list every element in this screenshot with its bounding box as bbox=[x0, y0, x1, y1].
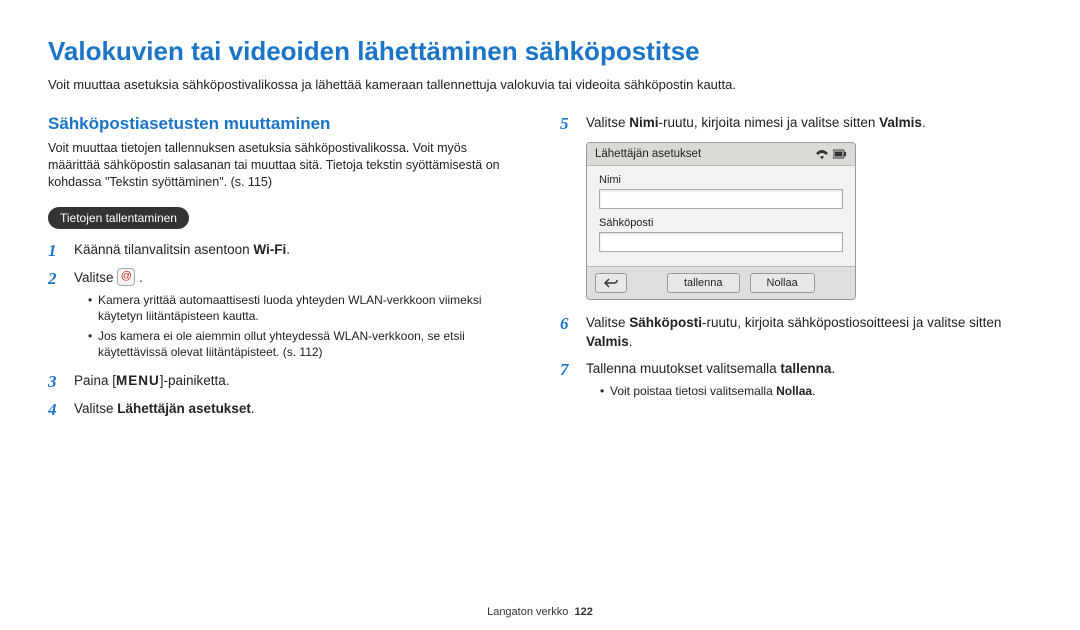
device-name-input[interactable] bbox=[599, 189, 843, 209]
step-text: -ruutu, kirjoita nimesi ja valitse sitte… bbox=[659, 115, 880, 130]
bullet-item: Kamera yrittää automaattisesti luoda yht… bbox=[88, 292, 520, 324]
step-text: . bbox=[629, 334, 633, 349]
right-column: 5 Valitse Nimi-ruutu, kirjoita nimesi ja… bbox=[560, 114, 1032, 428]
bullet-item: Voit poistaa tietosi valitsemalla Nollaa… bbox=[600, 383, 1032, 399]
bold-text: Nimi bbox=[629, 115, 658, 130]
intro-text: Voit muuttaa asetuksia sähköpostivalikos… bbox=[48, 77, 1032, 92]
step-4: 4 Valitse Lähettäjän asetukset. bbox=[48, 400, 520, 420]
step-text: Valitse bbox=[74, 270, 117, 285]
step-3: 3 Paina [MENU]-painiketta. bbox=[48, 372, 520, 392]
step-text: Valitse bbox=[586, 315, 629, 330]
bullet-item: Jos kamera ei ole aiemmin ollut yhteydes… bbox=[88, 328, 520, 360]
pill-label: Tietojen tallentaminen bbox=[48, 207, 189, 229]
step-6: 6 Valitse Sähköposti-ruutu, kirjoita säh… bbox=[560, 314, 1032, 352]
battery-icon bbox=[833, 149, 847, 159]
section-body: Voit muuttaa tietojen tallennuksen asetu… bbox=[48, 140, 520, 191]
step-5: 5 Valitse Nimi-ruutu, kirjoita nimesi ja… bbox=[560, 114, 1032, 134]
step-number: 3 bbox=[48, 372, 64, 392]
wifi-label: Wi-Fi bbox=[253, 242, 286, 257]
device-mock: Lähettäjän asetukset Nimi bbox=[586, 142, 856, 300]
section-heading: Sähköpostiasetusten muuttaminen bbox=[48, 114, 520, 134]
step-text: ]-painiketta. bbox=[160, 373, 230, 388]
device-field-label-name: Nimi bbox=[599, 174, 843, 186]
device-back-button[interactable] bbox=[595, 273, 627, 293]
step-text: Käännä tilanvalitsin asentoon bbox=[74, 242, 253, 257]
menu-label: MENU bbox=[116, 373, 160, 388]
device-title: Lähettäjän asetukset bbox=[595, 148, 701, 160]
step-7: 7 Tallenna muutokset valitsemalla tallen… bbox=[560, 360, 1032, 403]
device-save-button[interactable]: tallenna bbox=[667, 273, 740, 293]
step-number: 1 bbox=[48, 241, 64, 261]
device-reset-button[interactable]: Nollaa bbox=[750, 273, 815, 293]
step-text: Valitse bbox=[74, 401, 117, 416]
footer-page-number: 122 bbox=[575, 606, 593, 618]
step-2: 2 Valitse @ . Kamera yrittää automaattis… bbox=[48, 269, 520, 365]
back-arrow-icon bbox=[604, 278, 618, 288]
step-1: 1 Käännä tilanvalitsin asentoon Wi-Fi. bbox=[48, 241, 520, 261]
step-text: Tallenna muutokset valitsemalla bbox=[586, 361, 780, 376]
device-header: Lähettäjän asetukset bbox=[587, 143, 855, 166]
step-text: . bbox=[831, 361, 835, 376]
device-field-label-email: Sähköposti bbox=[599, 217, 843, 229]
step-text: . bbox=[286, 242, 290, 257]
step-number: 6 bbox=[560, 314, 576, 352]
wifi-signal-icon bbox=[815, 149, 829, 159]
footer-section: Langaton verkko bbox=[487, 606, 568, 618]
left-column: Sähköpostiasetusten muuttaminen Voit muu… bbox=[48, 114, 520, 428]
bold-text: Nollaa bbox=[776, 384, 812, 398]
step-text: . bbox=[251, 401, 255, 416]
page-title: Valokuvien tai videoiden lähettäminen sä… bbox=[48, 36, 1032, 67]
bold-text: Valmis bbox=[586, 334, 629, 349]
step-text: Valitse bbox=[586, 115, 629, 130]
step-number: 7 bbox=[560, 360, 576, 403]
step-text: . bbox=[139, 270, 143, 285]
step-text: . bbox=[922, 115, 926, 130]
bold-text: Sähköposti bbox=[629, 315, 702, 330]
step-text: -ruutu, kirjoita sähköpostiosoitteesi ja… bbox=[702, 315, 1001, 330]
step-text: Paina [ bbox=[74, 373, 116, 388]
page-footer: Langaton verkko 122 bbox=[0, 606, 1080, 618]
bold-text: Lähettäjän asetukset bbox=[117, 401, 251, 416]
device-email-input[interactable] bbox=[599, 232, 843, 252]
step-number: 2 bbox=[48, 269, 64, 365]
bold-text: Valmis bbox=[879, 115, 922, 130]
bold-text: tallenna bbox=[780, 361, 831, 376]
step-number: 4 bbox=[48, 400, 64, 420]
step-number: 5 bbox=[560, 114, 576, 134]
mail-icon: @ bbox=[117, 268, 135, 286]
